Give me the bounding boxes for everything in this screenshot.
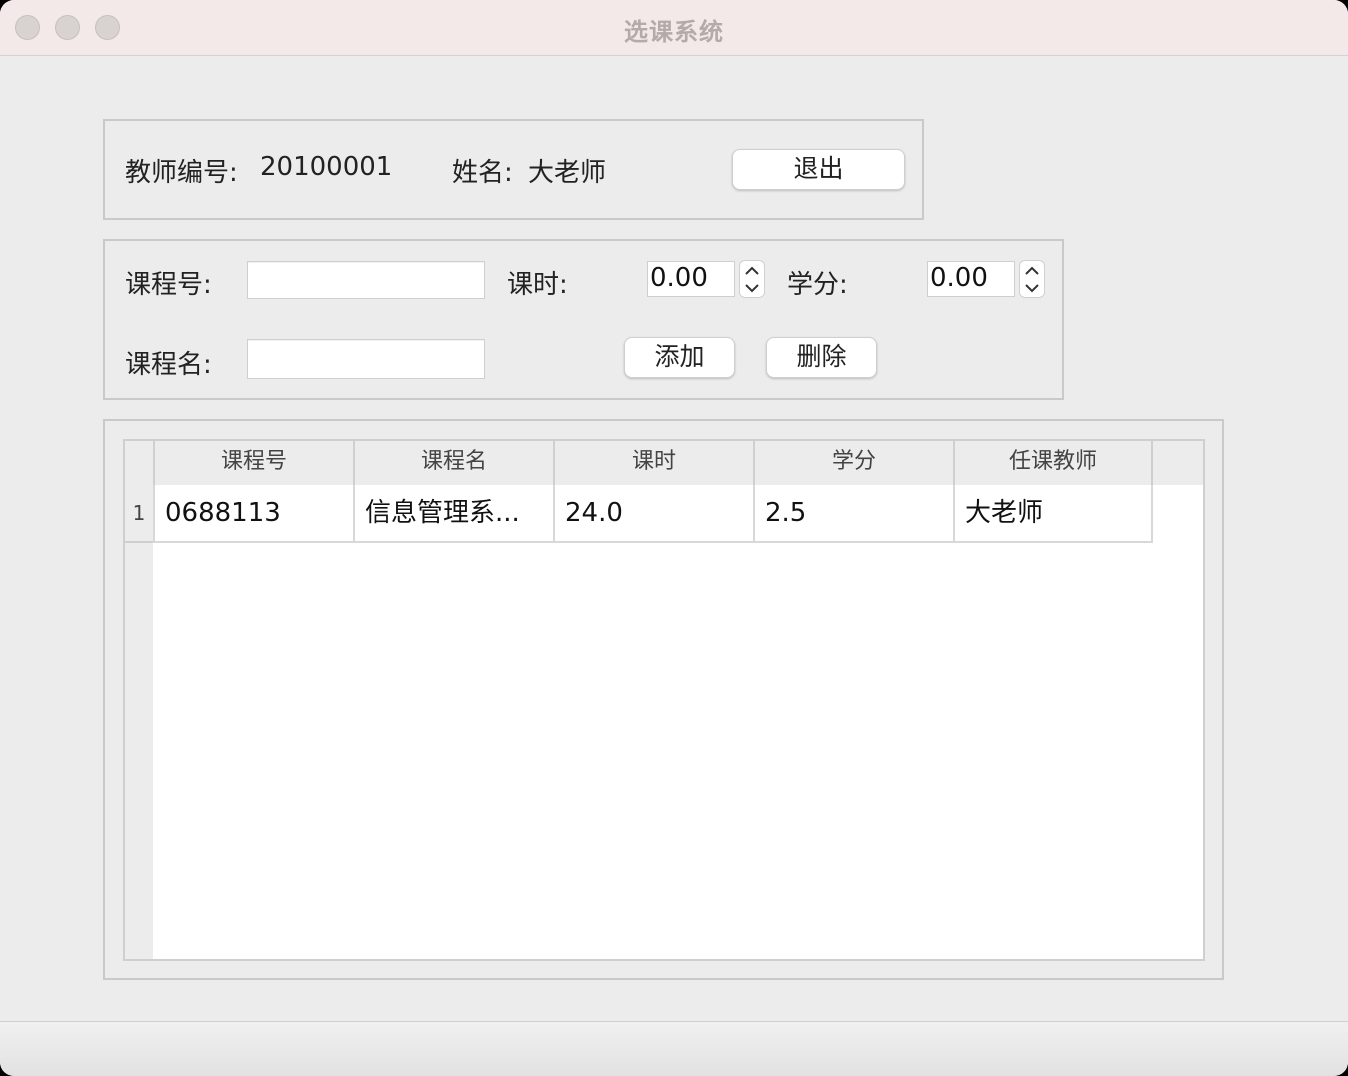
credit-stepper[interactable] bbox=[1019, 260, 1045, 298]
table-header: 课程号 课程名 课时 学分 任课教师 bbox=[153, 441, 1203, 485]
column-header-credit[interactable]: 学分 bbox=[753, 441, 953, 485]
row-number: 1 bbox=[125, 485, 153, 543]
window-title: 选课系统 bbox=[624, 18, 724, 46]
course-name-label: 课程名: bbox=[125, 350, 212, 380]
column-header-course-no[interactable]: 课程号 bbox=[153, 441, 353, 485]
teacher-name-value: 大老师 bbox=[528, 158, 607, 188]
teacher-name-label: 姓名: bbox=[452, 158, 513, 188]
cell-credit[interactable]: 2.5 bbox=[753, 485, 953, 543]
app-window: 选课系统 教师编号: 20100001 姓名: 大老师 退出 课程号: 课时: … bbox=[0, 0, 1348, 1076]
column-header-teacher[interactable]: 任课教师 bbox=[953, 441, 1153, 485]
chevron-up-icon[interactable] bbox=[740, 261, 764, 279]
teacher-id-label: 教师编号: bbox=[125, 158, 238, 188]
title-bar: 选课系统 bbox=[0, 0, 1348, 56]
delete-button[interactable]: 删除 bbox=[766, 337, 877, 378]
exit-button[interactable]: 退出 bbox=[732, 149, 905, 190]
cell-course-no[interactable]: 0688113 bbox=[153, 485, 353, 543]
hours-input[interactable]: 0.00 bbox=[647, 261, 735, 297]
hours-label: 课时: bbox=[507, 270, 568, 300]
column-header-hours[interactable]: 课时 bbox=[553, 441, 753, 485]
credit-label: 学分: bbox=[787, 270, 848, 300]
cell-teacher[interactable]: 大老师 bbox=[953, 485, 1153, 543]
course-form-panel: 课程号: 课时: 0.00 学分: 0.00 课程名: 添加 删除 bbox=[103, 239, 1064, 400]
column-header-course-name[interactable]: 课程名 bbox=[353, 441, 553, 485]
teacher-id-value: 20100001 bbox=[260, 152, 393, 182]
course-no-input[interactable] bbox=[247, 261, 485, 299]
credit-input[interactable]: 0.00 bbox=[927, 261, 1015, 297]
course-no-label: 课程号: bbox=[125, 270, 212, 300]
add-button[interactable]: 添加 bbox=[624, 337, 735, 378]
teacher-info-panel: 教师编号: 20100001 姓名: 大老师 退出 bbox=[103, 119, 924, 220]
chevron-down-icon[interactable] bbox=[1020, 279, 1044, 297]
chevron-down-icon[interactable] bbox=[740, 279, 764, 297]
cell-hours[interactable]: 24.0 bbox=[553, 485, 753, 543]
chevron-up-icon[interactable] bbox=[1020, 261, 1044, 279]
hours-stepper[interactable] bbox=[739, 260, 765, 298]
cell-course-name[interactable]: 信息管理系... bbox=[353, 485, 553, 543]
status-bar bbox=[0, 1021, 1348, 1076]
course-name-input[interactable] bbox=[247, 339, 485, 379]
course-table[interactable]: 课程号 课程名 课时 学分 任课教师 1 0688113 信息管理系... 24… bbox=[123, 439, 1205, 961]
